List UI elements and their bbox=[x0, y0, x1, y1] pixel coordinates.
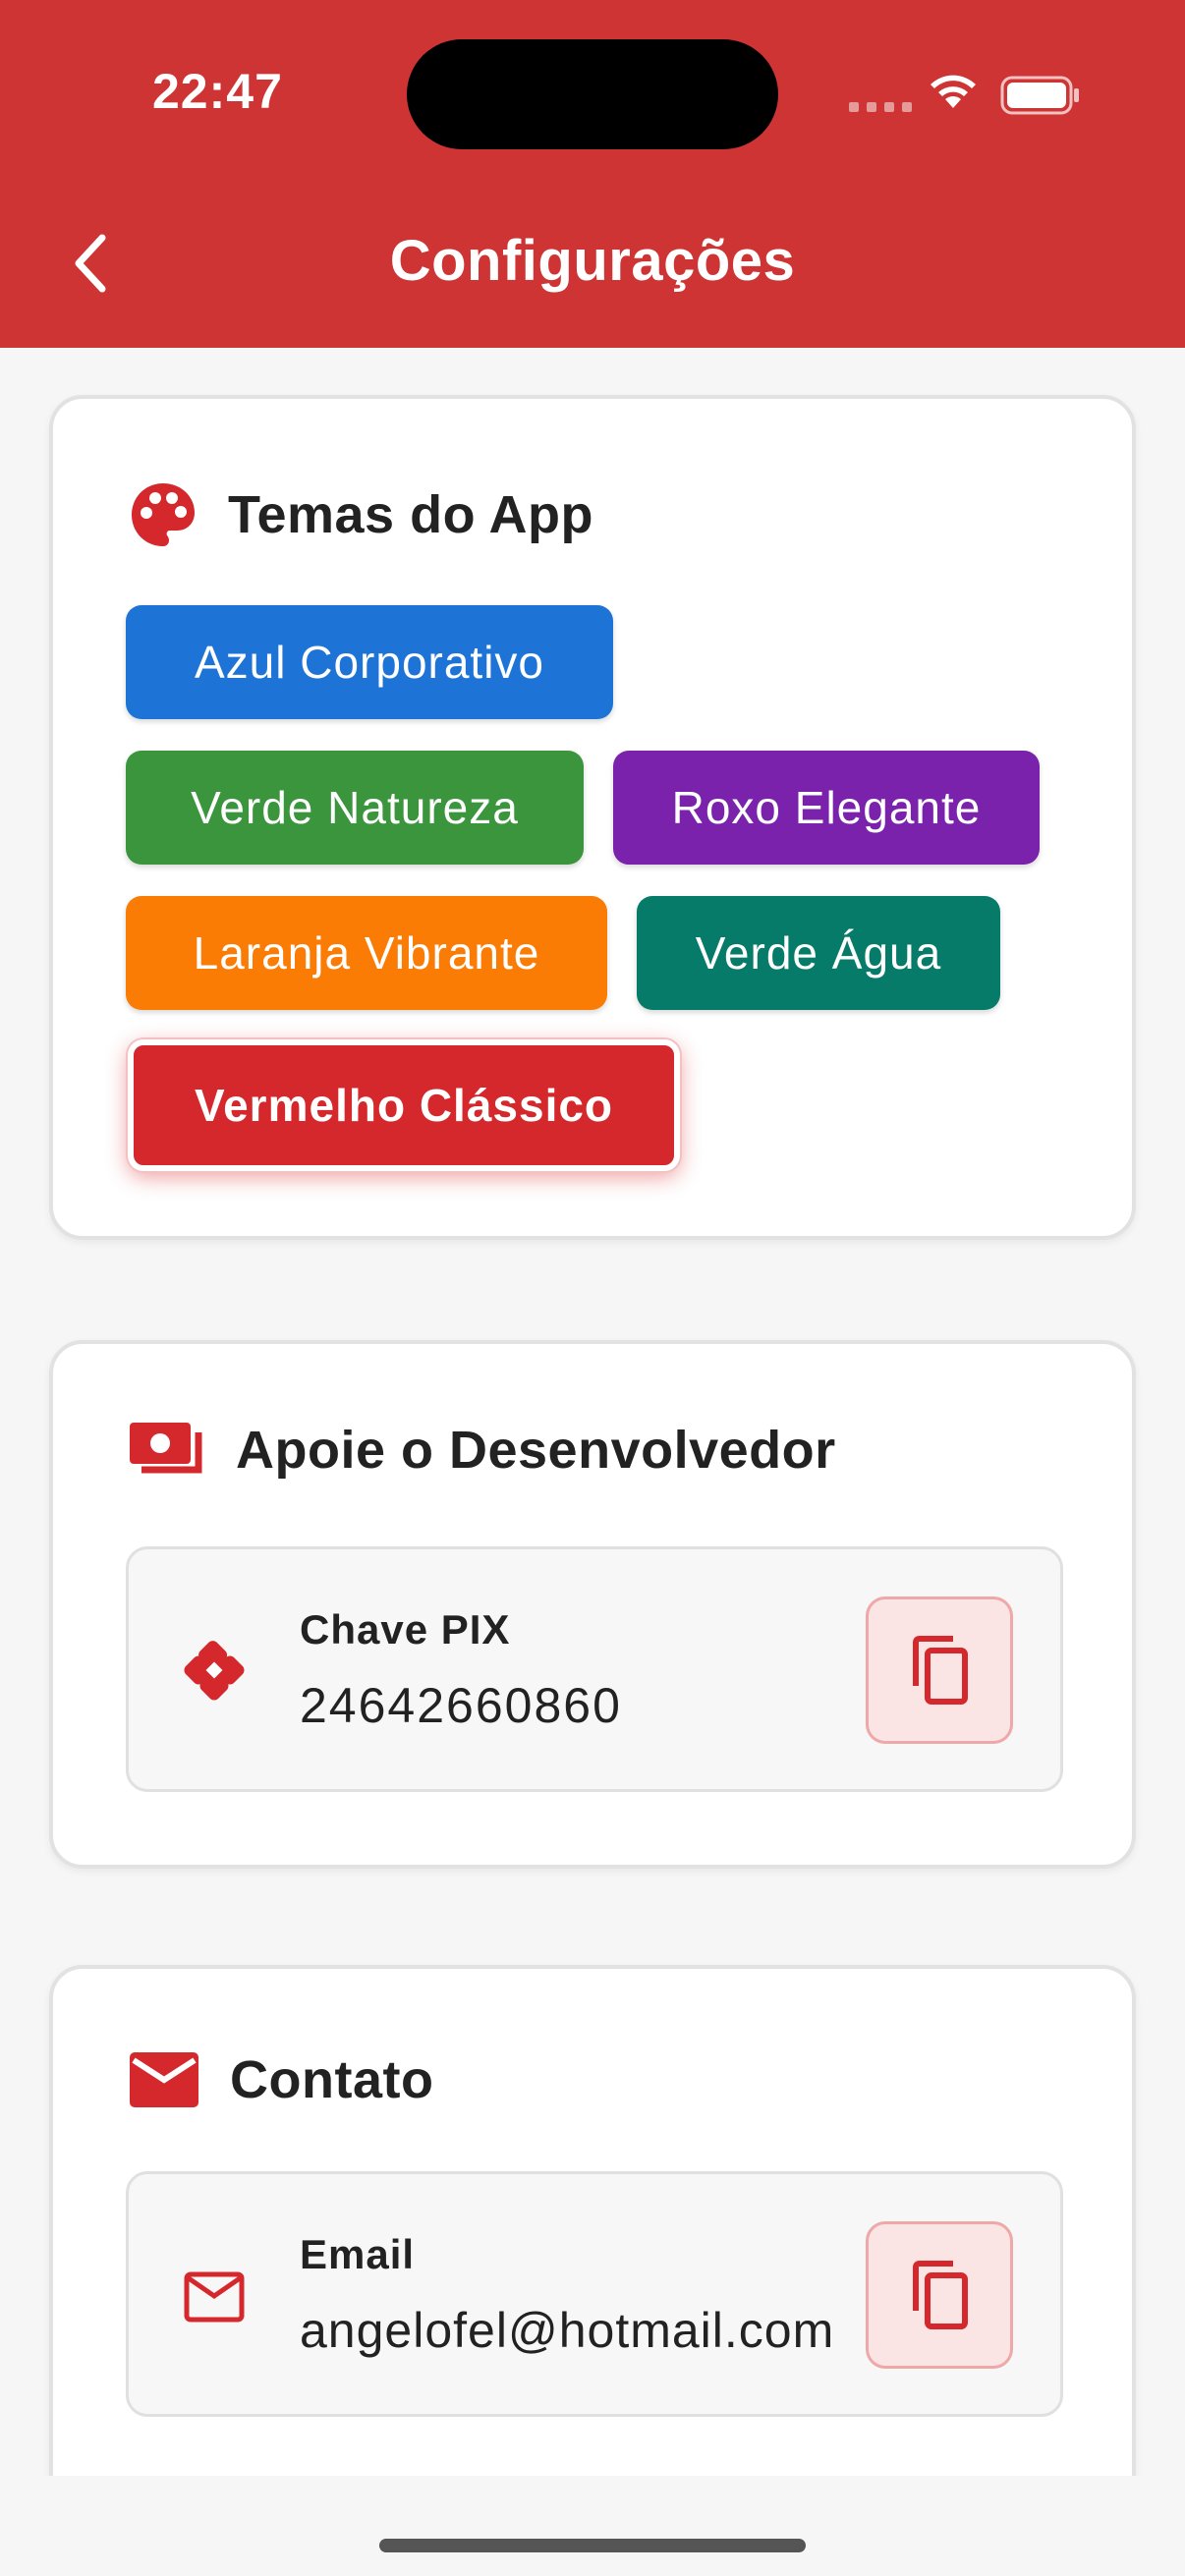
support-card: Apoie o Desenvolvedor Chave PIX 24642660… bbox=[49, 1340, 1136, 1869]
battery-icon bbox=[1000, 76, 1079, 115]
themes-card: Temas do App Azul Corporativo Verde Natu… bbox=[49, 395, 1136, 1240]
theme-label: Roxo Elegante bbox=[671, 782, 982, 833]
theme-label: Verde Natureza bbox=[191, 782, 519, 833]
support-card-header: Apoie o Desenvolvedor bbox=[128, 1419, 836, 1482]
page-title: Configurações bbox=[389, 229, 796, 293]
theme-label: Azul Corporativo bbox=[194, 637, 545, 688]
email-label: Email bbox=[300, 2231, 416, 2277]
contact-card-title: Contato bbox=[230, 2050, 434, 2109]
pix-key-label: Chave PIX bbox=[300, 1606, 511, 1652]
support-card-title: Apoie o Desenvolvedor bbox=[236, 1421, 836, 1480]
wifi-icon bbox=[931, 75, 976, 108]
pix-icon bbox=[180, 1638, 249, 1707]
theme-verde-agua-button[interactable]: Verde Água bbox=[637, 896, 1000, 1010]
status-time: 22:47 bbox=[152, 64, 283, 119]
mail-icon bbox=[130, 2052, 198, 2107]
pix-key-box: Chave PIX 24642660860 bbox=[126, 1546, 1063, 1792]
contact-card: Contato Email angelofel@hotmail.com bbox=[49, 1965, 1136, 2515]
cellular-signal-icon bbox=[849, 102, 912, 112]
dynamic-island bbox=[407, 39, 778, 149]
themes-card-title: Temas do App bbox=[228, 485, 594, 544]
theme-vermelho-classico-button[interactable]: Vermelho Clássico bbox=[128, 1039, 680, 1171]
email-box: Email angelofel@hotmail.com bbox=[126, 2171, 1063, 2417]
contact-card-header: Contato bbox=[128, 2049, 433, 2110]
copy-pix-button[interactable] bbox=[866, 1596, 1013, 1744]
mail-outline-icon bbox=[180, 2263, 249, 2331]
themes-card-header: Temas do App bbox=[128, 479, 593, 550]
bottom-safe-area bbox=[0, 2476, 1185, 2576]
payments-icon bbox=[130, 1423, 202, 1474]
pix-key-value: 24642660860 bbox=[300, 1678, 622, 1733]
theme-azul-corporativo-button[interactable]: Azul Corporativo bbox=[126, 605, 613, 719]
palette-icon bbox=[132, 483, 195, 546]
theme-roxo-elegante-button[interactable]: Roxo Elegante bbox=[613, 751, 1040, 865]
app-header: 22:47 Configurações bbox=[0, 0, 1185, 348]
copy-email-button[interactable] bbox=[866, 2221, 1013, 2369]
theme-label: Vermelho Clássico bbox=[194, 1080, 614, 1131]
copy-icon bbox=[913, 2261, 968, 2329]
theme-label: Laranja Vibrante bbox=[193, 927, 540, 979]
theme-label: Verde Água bbox=[695, 927, 942, 979]
email-value: angelofel@hotmail.com bbox=[300, 2303, 835, 2358]
copy-icon bbox=[913, 1636, 968, 1705]
theme-laranja-vibrante-button[interactable]: Laranja Vibrante bbox=[126, 896, 607, 1010]
home-indicator[interactable] bbox=[379, 2539, 806, 2552]
theme-verde-natureza-button[interactable]: Verde Natureza bbox=[126, 751, 584, 865]
